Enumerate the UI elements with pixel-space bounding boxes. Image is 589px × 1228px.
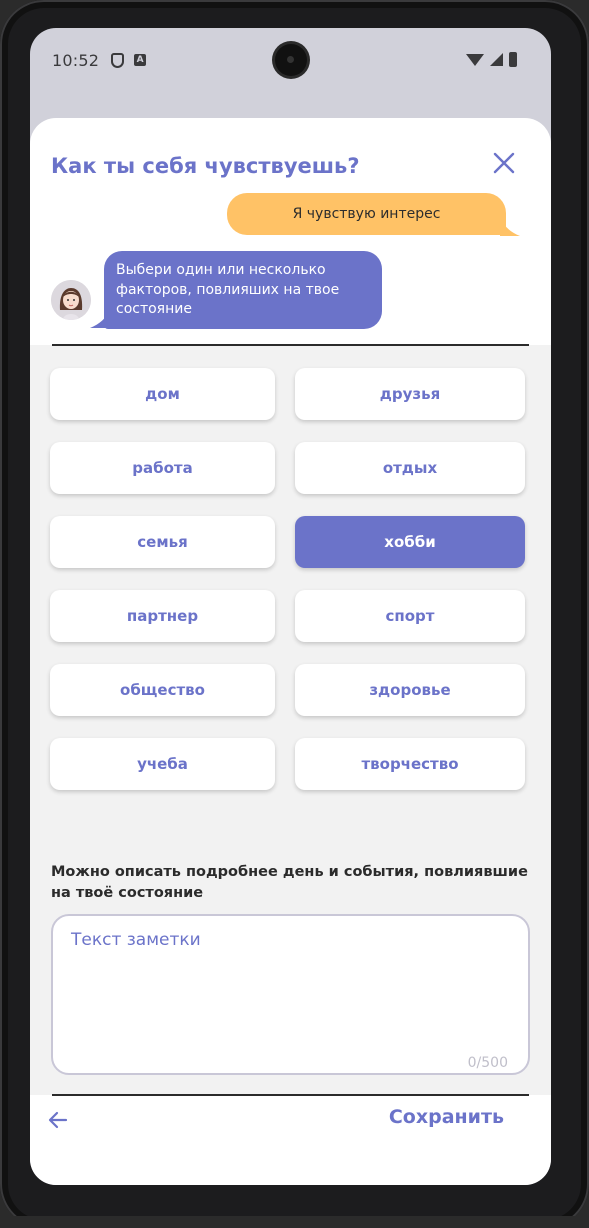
notification-a-icon: A — [134, 54, 147, 66]
note-textarea[interactable]: Текст заметки 0/500 — [51, 914, 530, 1075]
factor-chip[interactable]: учеба — [50, 738, 275, 790]
assistant-avatar — [51, 280, 91, 320]
factor-chip[interactable]: спорт — [295, 590, 525, 642]
factor-chip[interactable]: отдых — [295, 442, 525, 494]
battery-icon — [509, 52, 517, 67]
factor-chip[interactable]: дом — [50, 368, 275, 420]
factor-chip[interactable]: здоровье — [295, 664, 525, 716]
user-bubble-tail — [500, 218, 520, 236]
divider — [52, 344, 529, 346]
note-char-counter: 0/500 — [467, 1055, 508, 1071]
factor-chip[interactable]: работа — [50, 442, 275, 494]
note-label: Можно описать подробнее день и события, … — [51, 864, 528, 901]
status-time: 10:52 — [52, 50, 100, 70]
mood-bottom-sheet: Как ты себя чувствуешь? Я чувствую интер… — [30, 118, 551, 1185]
wifi-icon — [466, 53, 484, 66]
factor-chip-selected[interactable]: хобби — [295, 516, 525, 568]
back-arrow-icon[interactable] — [46, 1108, 70, 1132]
assistant-message-bubble: Выбери один или несколько факторов, повл… — [104, 251, 382, 329]
shield-icon — [111, 52, 125, 68]
front-camera — [275, 44, 307, 76]
divider — [52, 1094, 529, 1096]
factor-chip[interactable]: друзья — [295, 368, 525, 420]
user-message-bubble: Я чувствую интерес — [227, 193, 506, 235]
factor-chip[interactable]: семья — [50, 516, 275, 568]
signal-icon — [490, 53, 503, 66]
avatar-girl-icon — [51, 280, 91, 320]
factor-chip[interactable]: творчество — [295, 738, 525, 790]
taskbar-strip — [0, 1216, 589, 1228]
factor-chip[interactable]: партнер — [50, 590, 275, 642]
save-button[interactable]: Сохранить — [384, 1102, 504, 1132]
factor-chip[interactable]: общество — [50, 664, 275, 716]
note-placeholder: Текст заметки — [71, 930, 201, 950]
close-icon[interactable] — [492, 151, 516, 175]
page-title: Как ты себя чувствуешь? — [51, 154, 360, 178]
phone-screen: 10:52 A Как ты себя чувствуешь? Я чувств… — [30, 28, 551, 1185]
